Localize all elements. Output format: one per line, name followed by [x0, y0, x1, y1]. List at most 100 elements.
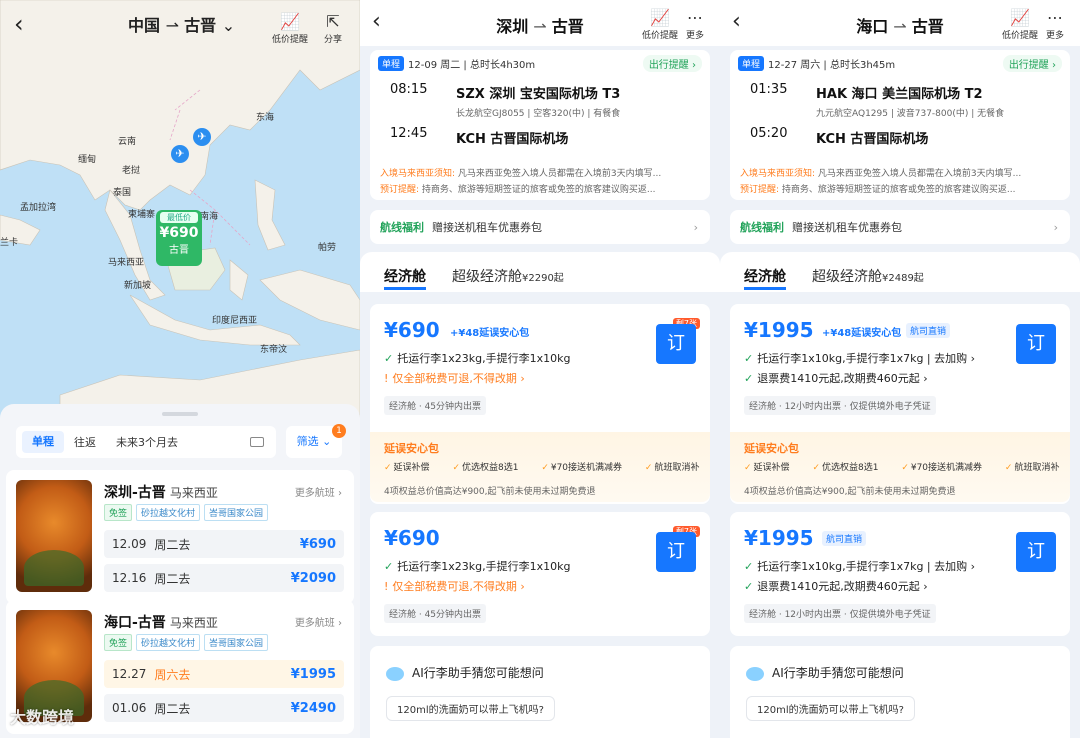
more-flights-link[interactable]: 更多航班 ›	[295, 484, 342, 499]
entry-notice[interactable]: 入境马来西亚须知: 凡马来西亚免签入境人员都需在入境前3天内填写...	[740, 166, 1060, 179]
page-title[interactable]: 中国 ⇀ 古晋 ⌄	[128, 12, 235, 36]
benefits-label: 航线福利	[380, 221, 424, 234]
low-price-alert-button[interactable]: 📈 低价提醒	[272, 12, 308, 45]
tab-oneway[interactable]: 单程	[22, 431, 64, 453]
book-button[interactable]: 订	[656, 532, 696, 572]
fare-price: ¥1995	[744, 318, 814, 342]
baggage-info[interactable]: ✓ 托运行李1x10kg,手提行李1x7kg | 去加购 ›	[744, 558, 975, 574]
airline-direct-badge: 航司直销	[906, 323, 951, 338]
destination-map-panel: 东海 云南 缅甸 老挝 泰国 柬埔寨 南海 孟加拉湾 兰卡 马来西亚 新加坡 印…	[0, 0, 360, 738]
dash-icon: ⇀	[165, 16, 185, 35]
route-name: 深圳-古晋 马来西亚	[104, 485, 218, 501]
travel-reminder-link[interactable]: 出行提醒 ›	[1002, 55, 1062, 72]
refund-rule[interactable]: ✓ 退票费1410元起,改期费460元起 ›	[744, 578, 928, 594]
chart-alert-icon: 📈	[650, 8, 670, 27]
date-price-row[interactable]: 12.27 周六去 ¥1995	[104, 660, 344, 688]
route-tags: 免签 砂拉越文化村 峇哥国家公园	[104, 504, 269, 521]
map[interactable]: 东海 云南 缅甸 老挝 泰国 柬埔寨 南海 孟加拉湾 兰卡 马来西亚 新加坡 印…	[0, 0, 360, 420]
chart-alert-icon: 📈	[280, 12, 300, 31]
attraction-tag: 峇哥国家公园	[204, 504, 269, 521]
title-from: 中国	[128, 16, 161, 35]
fare-card[interactable]: ¥690 +¥48延误安心包 剩7张 订 ✓托运行李1x23kg,手提行李1x1…	[370, 304, 710, 504]
date-price-row[interactable]: 12.16 周二去 ¥2090	[104, 564, 344, 592]
entry-notice[interactable]: 入境马来西亚须知: 凡马来西亚免签入境人员都需在入境前3天内填写...	[380, 166, 700, 179]
book-button[interactable]: 订	[1016, 324, 1056, 364]
route-card[interactable]: 深圳-古晋 马来西亚 更多航班 › 免签 砂拉越文化村 峇哥国家公园 12.09 周…	[6, 470, 354, 604]
map-label: 东海	[256, 113, 275, 123]
refund-rule[interactable]: ✓ 退票费1410元起,改期费460元起 ›	[744, 370, 928, 386]
airline-info[interactable]: 九元航空AQ1295 | 波音737-800(中) | 无餐食	[816, 106, 1004, 119]
delay-insurance-panel[interactable]: 延误安心包 ✓ 延误补偿 ✓ 优选权益8选1 ✓ ¥70接送机满减券 ✓ 航班取消补 4…	[370, 432, 710, 502]
ai-suggested-question[interactable]: 120ml的洗面奶可以带上飞机吗?	[746, 696, 915, 721]
airline-info[interactable]: 长龙航空GJ8055 | 空客320(中) | 有餐食	[456, 106, 620, 119]
cabin-tabs: 经济舱 超级经济舱¥2290起	[360, 252, 720, 292]
low-price-alert-label: 低价提醒	[272, 35, 309, 45]
flight-summary-card: 单程 12-09 周二 | 总时长4h30m 出行提醒 › 08:15 SZX …	[370, 50, 710, 200]
tab-economy[interactable]: 经济舱	[744, 266, 786, 290]
low-price-alert-button[interactable]: 📈 低价提醒	[642, 8, 678, 41]
refund-rule[interactable]: ! 仅全部税费可退,不得改期 ›	[384, 370, 525, 386]
fare-card[interactable]: ¥690 剩7张 订 ✓托运行李1x23kg,手提行李1x10kg !仅全部税费…	[370, 512, 710, 636]
airport-plane-icon[interactable]: ✈	[193, 128, 211, 146]
filter-count-badge: 1	[332, 424, 346, 438]
tab-premium-economy[interactable]: 超级经济舱¥2489起	[812, 266, 924, 286]
chevron-right-icon: ›	[1053, 220, 1058, 234]
cabin-tabs: 经济舱 超级经济舱¥2489起	[720, 252, 1080, 292]
arrival-time: 12:45	[390, 126, 428, 141]
destination-photo	[16, 480, 92, 592]
map-label: 云南	[118, 137, 137, 147]
route-tags: 免签 砂拉越文化村 峇哥国家公园	[104, 634, 269, 651]
map-label: 帕劳	[318, 243, 337, 253]
fare-card[interactable]: ¥1995 航司直销 订 ✓ 托运行李1x10kg,手提行李1x7kg | 去加购…	[730, 512, 1070, 636]
flight-detail-panel-szx: ‹ 深圳 ⇀ 古晋 📈 低价提醒 ⋯ 更多 单程 12-09 周二 | 总时长4h3…	[360, 0, 720, 738]
flight-date: 12-27 周六 | 总时长3h45m	[768, 60, 896, 71]
chevron-right-icon: ›	[693, 220, 698, 234]
refund-rule[interactable]: ! 仅全部税费可退,不得改期 ›	[384, 578, 525, 594]
route-name: 海口-古晋 马来西亚	[104, 615, 218, 631]
book-button[interactable]: 订	[656, 324, 696, 364]
date-price-row[interactable]: 12.09 周二去 ¥690	[104, 530, 344, 558]
ticketing-info: 经济舱 · 12小时内出票 · 仅提供境外电子凭证	[744, 396, 936, 415]
fare-card[interactable]: ¥1995 +¥48延误安心包 航司直销 订 ✓ 托运行李1x10kg,手提行李1…	[730, 304, 1070, 504]
baggage-info[interactable]: ✓ 托运行李1x10kg,手提行李1x7kg | 去加购 ›	[744, 350, 975, 366]
airport-plane-icon[interactable]: ✈	[171, 145, 189, 163]
attraction-tag: 砂拉越文化村	[136, 504, 201, 521]
tab-roundtrip[interactable]: 往返	[64, 434, 106, 450]
header: ‹ 中国 ⇀ 古晋 ⌄ 📈 低价提醒 ⇱ 分享	[0, 0, 360, 48]
more-button[interactable]: ⋯ 更多	[686, 8, 704, 41]
ai-baggage-assistant: AI行李助手猜您可能想问 120ml的洗面奶可以带上飞机吗?	[370, 646, 710, 738]
tab-premium-economy[interactable]: 超级经济舱¥2290起	[452, 266, 564, 286]
book-button[interactable]: 订	[1016, 532, 1056, 572]
route-benefits-bar[interactable]: 航线福利 赠接送机租车优惠券包 ›	[730, 210, 1070, 244]
filter-label: 筛选	[296, 435, 319, 448]
route-benefits-bar[interactable]: 航线福利 赠接送机租车优惠券包 ›	[370, 210, 710, 244]
delay-insurance-panel[interactable]: 延误安心包 ✓ 延误补偿 ✓ 优选权益8选1 ✓ ¥70接送机满减券 ✓ 航班取消补 4…	[730, 432, 1070, 502]
back-icon[interactable]: ‹	[14, 10, 24, 38]
sheet-handle[interactable]	[162, 412, 198, 416]
more-flights-link[interactable]: 更多航班 ›	[295, 614, 342, 629]
benefits-desc: 赠接送机租车优惠券包	[792, 221, 902, 234]
fare-price: ¥690	[384, 526, 440, 550]
ai-title: AI行李助手猜您可能想问	[746, 664, 904, 681]
destination-price-pin[interactable]: 最低价 ¥690 古晋	[156, 210, 202, 266]
share-button[interactable]: ⇱ 分享	[324, 12, 342, 45]
booking-reminder[interactable]: 预订提醒: 持商务、旅游等短期签证的旅客或免签的旅客建议购买返...	[380, 182, 700, 195]
date-range[interactable]: 未来3个月去	[106, 434, 250, 450]
tab-economy[interactable]: 经济舱	[384, 266, 426, 290]
calendar-icon[interactable]	[250, 437, 264, 447]
map-label: 老挝	[122, 166, 141, 176]
oneway-badge: 单程	[378, 56, 405, 71]
date-price-row[interactable]: 01.06 周二去 ¥2490	[104, 694, 344, 722]
booking-reminder[interactable]: 预订提醒: 持商务、旅游等短期签证的旅客或免签的旅客建议购买返...	[740, 182, 1060, 195]
arrival-airport: KCH 古晋国际机场	[456, 132, 569, 147]
lowest-price-tag: 最低价	[160, 212, 198, 223]
low-price-alert-button[interactable]: 📈 低价提醒	[1002, 8, 1038, 41]
insurance-footnote: 4项权益总价值高达¥900,起飞前未使用未过期免费退	[384, 487, 596, 497]
insurance-title: 延误安心包	[744, 442, 799, 455]
travel-reminder-link[interactable]: 出行提醒 ›	[642, 55, 702, 72]
map-label: 南海	[200, 212, 219, 222]
ai-suggested-question[interactable]: 120ml的洗面奶可以带上飞机吗?	[386, 696, 555, 721]
map-label: 孟加拉湾	[20, 203, 57, 213]
more-button[interactable]: ⋯ 更多	[1046, 8, 1064, 41]
share-icon: ⇱	[326, 12, 340, 31]
